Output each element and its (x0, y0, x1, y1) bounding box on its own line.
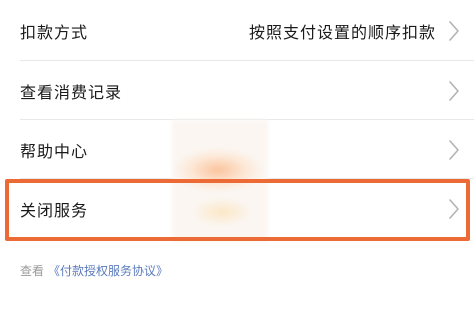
blurred-overlay (172, 120, 268, 242)
chevron-right-icon (449, 20, 459, 41)
footer-prefix: 查看 (20, 264, 45, 278)
chevron-right-icon (449, 139, 459, 160)
menu-item-payment-method[interactable]: 扣款方式 按照支付设置的顺序扣款 (0, 0, 474, 61)
agreement-footer: 查看 《付款授权服务协议》 (20, 262, 168, 279)
menu-item-value: 按照支付设置的顺序扣款 (248, 22, 436, 42)
settings-page: 扣款方式 按照支付设置的顺序扣款 查看消费记录 帮助中心 关闭服务 查看 《付款… (0, 0, 474, 312)
chevron-right-icon (449, 198, 459, 219)
menu-item-label: 查看消费记录 (20, 82, 123, 102)
menu-item-consumption-records[interactable]: 查看消费记录 (0, 61, 474, 120)
agreement-link[interactable]: 《付款授权服务协议》 (48, 264, 168, 278)
menu-item-label: 扣款方式 (20, 22, 89, 42)
chevron-right-icon (449, 80, 459, 101)
